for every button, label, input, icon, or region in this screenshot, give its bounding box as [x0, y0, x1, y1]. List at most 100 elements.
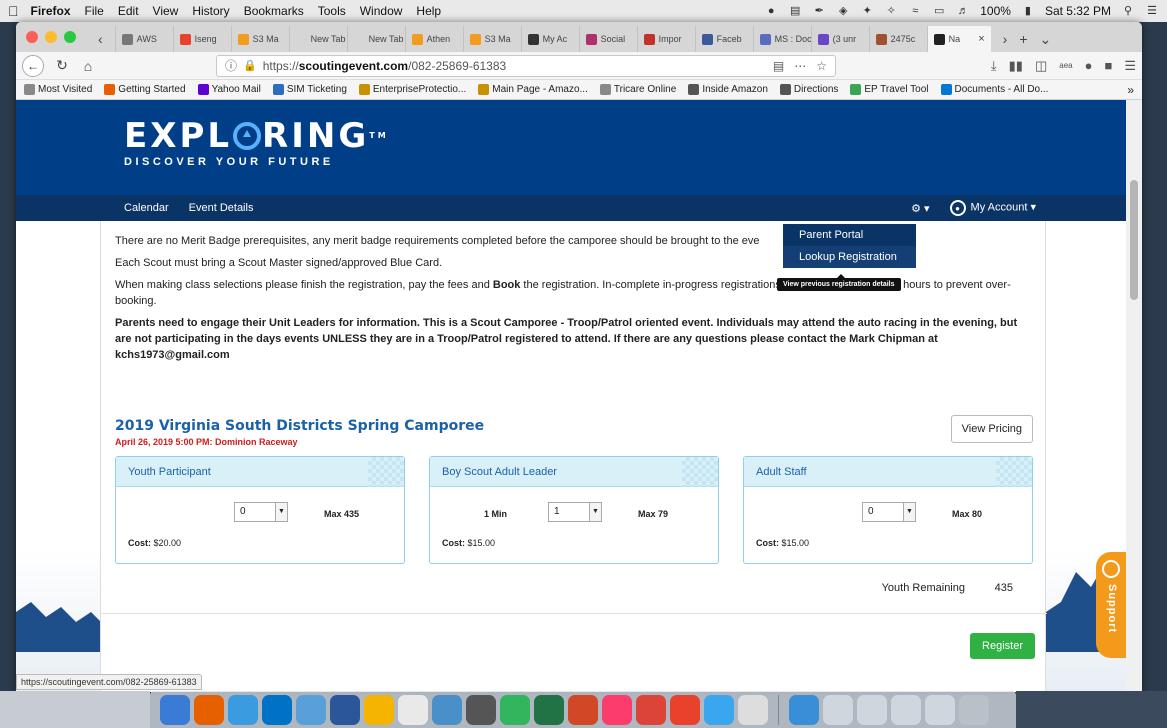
view-pricing-button[interactable]: View Pricing: [950, 415, 1033, 443]
close-window-button[interactable]: [26, 31, 38, 43]
status-doc-icon[interactable]: ▤: [788, 5, 802, 17]
dock-app-icon[interactable]: [789, 694, 819, 725]
close-tab-icon[interactable]: ×: [978, 33, 984, 45]
url-text[interactable]: https://scoutingevent.com/082-25869-6138…: [263, 59, 506, 73]
chevron-down-icon[interactable]: ⌄: [1040, 31, 1052, 48]
menu-item-lookup-registration[interactable]: Lookup Registration: [783, 246, 916, 268]
dock-app-icon[interactable]: [568, 694, 598, 725]
browser-tab[interactable]: Na ×: [926, 26, 991, 52]
quantity-select[interactable]: 0 ▼: [862, 502, 916, 522]
dock-app-icon[interactable]: [194, 694, 224, 725]
dock-app-icon[interactable]: [534, 694, 564, 725]
bookmark-item[interactable]: EP Travel Tool: [850, 84, 929, 95]
bookmark-item[interactable]: Main Page - Amazo...: [478, 84, 588, 95]
status-app-icon[interactable]: ●: [764, 5, 778, 17]
library-icon[interactable]: ▮▮: [1009, 58, 1023, 74]
extension-mask-icon[interactable]: ●: [1085, 58, 1093, 73]
info-icon[interactable]: ⓘ: [225, 57, 237, 74]
menu-help[interactable]: Help: [416, 4, 441, 18]
browser-tab[interactable]: My Ac: [520, 26, 579, 52]
browser-tab[interactable]: AWS: [114, 26, 173, 52]
browser-tab[interactable]: New Tab: [346, 26, 405, 52]
quantity-select[interactable]: 0 ▼: [234, 502, 288, 522]
bookmark-item[interactable]: Yahoo Mail: [197, 84, 261, 95]
back-button[interactable]: ←: [22, 54, 44, 77]
menu-item-parent-portal[interactable]: Parent Portal: [783, 224, 916, 246]
new-tab-icon[interactable]: +: [1019, 31, 1027, 47]
sidebar-icon[interactable]: ◫: [1035, 58, 1047, 74]
bookmark-item[interactable]: Inside Amazon: [688, 84, 768, 95]
browser-tab[interactable]: Athen: [404, 26, 463, 52]
dock-app-icon[interactable]: [959, 694, 989, 725]
menu-app-name[interactable]: Firefox: [31, 4, 71, 18]
dock-app-icon[interactable]: [228, 694, 258, 725]
chevron-right-icon[interactable]: ›: [1003, 31, 1008, 47]
dock-app-icon[interactable]: [925, 694, 955, 725]
bookmark-item[interactable]: EnterpriseProtectio...: [358, 84, 466, 95]
spotlight-search-icon[interactable]: ⚲: [1121, 5, 1135, 17]
dock-app-icon[interactable]: [160, 694, 190, 725]
dock-app-icon[interactable]: [398, 694, 428, 725]
dock-app-icon[interactable]: [636, 694, 666, 725]
browser-tab[interactable]: MS : Docu: [752, 26, 811, 52]
home-button[interactable]: ⌂: [80, 58, 96, 74]
browser-tab[interactable]: New Tab: [288, 26, 347, 52]
battery-icon[interactable]: ▮: [1021, 5, 1035, 17]
browser-tab[interactable]: S3 Ma: [462, 26, 521, 52]
menu-file[interactable]: File: [85, 4, 104, 18]
dock-app-icon[interactable]: [364, 694, 394, 725]
bookmarks-overflow-icon[interactable]: »: [1127, 83, 1134, 97]
dock-app-icon[interactable]: [602, 694, 632, 725]
menu-tools[interactable]: Tools: [318, 4, 346, 18]
dock-app-icon[interactable]: [330, 694, 360, 725]
scrollbar-thumb[interactable]: [1130, 180, 1138, 300]
bookmark-item[interactable]: Documents - All Do...: [940, 84, 1048, 95]
dock-app-icon[interactable]: [704, 694, 734, 725]
status-shield-icon[interactable]: ◈: [836, 5, 850, 17]
zoom-window-button[interactable]: [64, 31, 76, 43]
menu-bookmarks[interactable]: Bookmarks: [244, 4, 304, 18]
bluetooth-icon[interactable]: ✧: [884, 5, 898, 17]
my-account-button[interactable]: ● My Account ▾: [949, 200, 1036, 216]
settings-menu-button[interactable]: ⚙ ▾: [911, 202, 929, 215]
dock-app-icon[interactable]: [823, 694, 853, 725]
browser-tab[interactable]: Iseng: [172, 26, 231, 52]
menu-view[interactable]: View: [153, 4, 179, 18]
dock-app-icon[interactable]: [891, 694, 921, 725]
lock-icon[interactable]: 🔒: [243, 59, 257, 72]
status-pen-icon[interactable]: ✒: [812, 5, 826, 17]
apple-menu-icon[interactable]: : [8, 3, 19, 19]
wifi-icon[interactable]: ≈: [908, 5, 922, 17]
extension-aea-icon[interactable]: aea: [1059, 61, 1072, 70]
bookmark-item[interactable]: Directions: [779, 84, 838, 95]
support-tab[interactable]: Support: [1096, 552, 1126, 658]
volume-icon[interactable]: ♬: [956, 5, 970, 17]
downloads-icon[interactable]: ⤓: [991, 58, 997, 74]
browser-tab[interactable]: Social: [578, 26, 637, 52]
notification-center-icon[interactable]: ☰: [1145, 5, 1159, 17]
bookmark-item[interactable]: Getting Started: [104, 84, 186, 95]
menu-edit[interactable]: Edit: [118, 4, 139, 18]
hamburger-menu-icon[interactable]: ☰: [1124, 58, 1136, 74]
dock-app-icon[interactable]: [738, 694, 768, 725]
minimize-window-button[interactable]: [45, 31, 57, 43]
browser-tab[interactable]: 2475c: [868, 26, 927, 52]
exploring-logo[interactable]: EXPL RINGTM DISCOVER YOUR FUTURE: [124, 118, 389, 168]
extension-gray-icon[interactable]: ■: [1104, 58, 1112, 73]
browser-tab[interactable]: Faceb: [694, 26, 753, 52]
browser-tab[interactable]: Impor: [636, 26, 695, 52]
nav-calendar[interactable]: Calendar: [124, 202, 169, 214]
dock-app-icon[interactable]: [262, 694, 292, 725]
airplay-icon[interactable]: ▭: [932, 5, 946, 17]
reader-view-icon[interactable]: ▤: [773, 59, 784, 73]
page-scrollbar[interactable]: [1126, 100, 1142, 692]
browser-tab[interactable]: (3 unr: [810, 26, 869, 52]
page-actions-icon[interactable]: ⋯: [794, 59, 806, 73]
battery-percent[interactable]: 100%: [980, 4, 1011, 18]
reload-button[interactable]: ↻: [54, 57, 70, 74]
bookmark-item[interactable]: Tricare Online: [599, 84, 676, 95]
menu-clock[interactable]: Sat 5:32 PM: [1045, 4, 1111, 18]
register-button[interactable]: Register: [970, 633, 1035, 659]
status-tool-icon[interactable]: ✦: [860, 5, 874, 17]
bookmark-item[interactable]: Most Visited: [24, 84, 92, 95]
